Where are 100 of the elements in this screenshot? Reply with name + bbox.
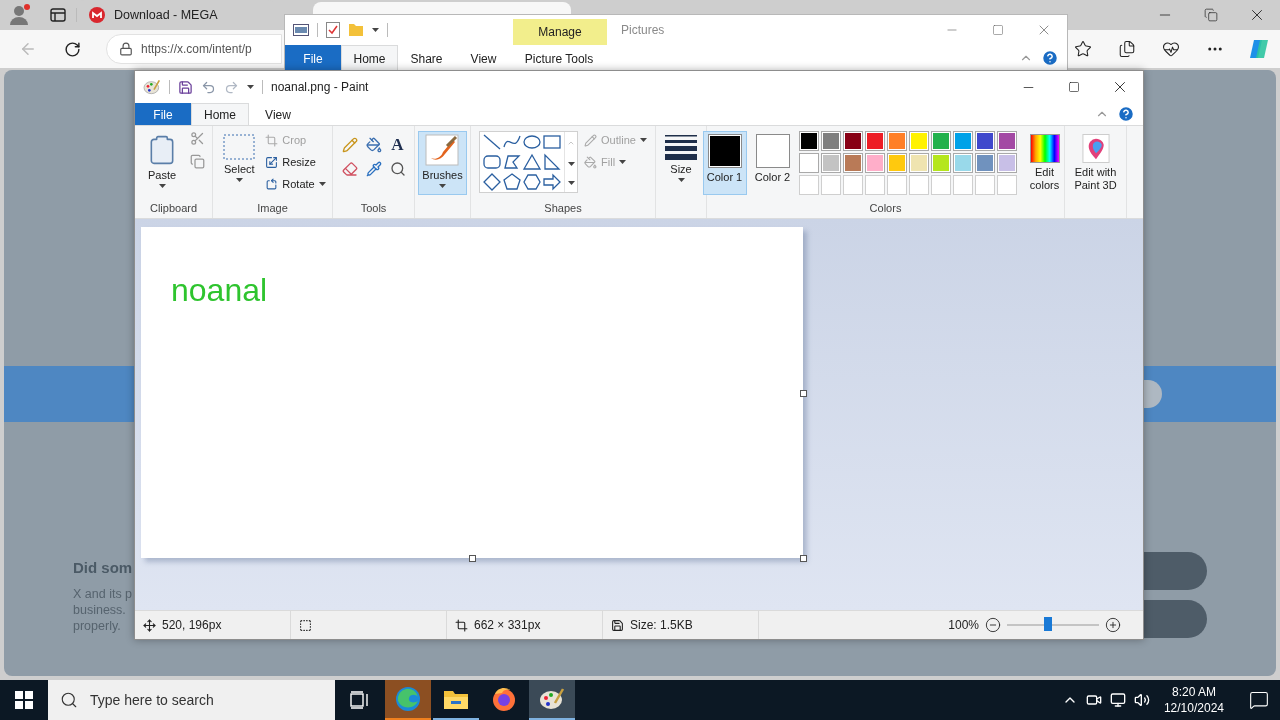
arrow-shape-icon[interactable] — [542, 172, 563, 192]
collections-icon[interactable] — [1118, 40, 1136, 58]
palette-color[interactable] — [996, 131, 1017, 151]
polygon-shape-icon[interactable] — [502, 152, 523, 172]
crop-icon — [265, 133, 279, 147]
zoom-slider-thumb[interactable] — [1044, 617, 1053, 631]
resize-handle[interactable] — [469, 555, 476, 562]
color-slot-button[interactable]: Color 2 — [750, 131, 795, 195]
maximize-icon[interactable] — [1068, 81, 1080, 93]
palette-color[interactable] — [798, 131, 819, 151]
caret-icon — [318, 182, 326, 186]
palette-color[interactable] — [952, 153, 973, 173]
address-bar[interactable]: https://x.com/intent/p — [106, 34, 282, 64]
profile-icon[interactable] — [8, 3, 32, 27]
palette-color[interactable] — [908, 153, 929, 173]
volume-icon[interactable] — [1133, 692, 1150, 708]
color-slot-button[interactable]: Color 1 — [702, 131, 747, 195]
palette-color[interactable] — [842, 131, 863, 151]
star-icon[interactable] — [1074, 40, 1092, 58]
page-button[interactable] — [1144, 600, 1207, 638]
palette-color[interactable] — [930, 153, 951, 173]
page-button[interactable] — [1144, 552, 1207, 590]
palette-color[interactable] — [864, 131, 885, 151]
brushes-button[interactable]: Brushes — [418, 131, 467, 195]
maximize-icon[interactable] — [992, 24, 1004, 36]
size-button[interactable]: Size — [661, 131, 701, 195]
image-tool-button[interactable]: Resize — [265, 153, 326, 171]
rectangle-shape-icon[interactable] — [542, 132, 563, 152]
checklist-icon[interactable] — [326, 22, 340, 38]
brush-icon — [425, 134, 460, 166]
paste-button[interactable]: Paste — [142, 131, 182, 195]
undo-icon[interactable] — [201, 79, 216, 95]
rounded-rectangle-shape-icon[interactable] — [482, 152, 503, 172]
resize-handle[interactable] — [800, 390, 807, 397]
window-title: noanal.png - Paint — [271, 80, 369, 94]
ribbon-tab[interactable]: Home — [341, 45, 398, 71]
ribbon-tab[interactable]: Share — [398, 45, 455, 71]
hexagon-shape-icon[interactable] — [522, 172, 543, 192]
select-button[interactable]: Select — [219, 131, 260, 195]
pentagon-shape-icon[interactable] — [502, 172, 523, 192]
start-icon[interactable] — [15, 691, 33, 709]
clock-time: 8:20 AM — [1171, 684, 1216, 700]
group-label: Image — [256, 202, 289, 216]
network-icon[interactable] — [1109, 692, 1126, 708]
ribbon-tab[interactable]: File — [135, 103, 191, 125]
image-tool-button[interactable]: Rotate — [265, 175, 326, 193]
spectrum-icon — [1029, 134, 1060, 163]
palette-color[interactable] — [798, 153, 819, 173]
copy-icon[interactable] — [190, 154, 205, 169]
palette-color[interactable] — [820, 153, 841, 173]
notifications-icon[interactable] — [1249, 690, 1269, 710]
text-tool-button[interactable]: A — [385, 133, 410, 157]
triangle-shape-icon[interactable] — [522, 152, 543, 172]
palette-color[interactable] — [974, 131, 995, 151]
resize-handle[interactable] — [800, 555, 807, 562]
firefox-icon — [491, 686, 517, 712]
line-shape-icon[interactable] — [482, 132, 503, 152]
right-triangle-shape-icon[interactable] — [542, 152, 563, 172]
properties-icon[interactable] — [293, 24, 309, 36]
oval-shape-icon[interactable] — [522, 132, 543, 152]
palette-color[interactable] — [864, 153, 885, 173]
heart-pulse-icon[interactable] — [1162, 40, 1180, 58]
restore-icon[interactable] — [1204, 8, 1218, 22]
zoom-out-icon[interactable] — [985, 617, 1001, 633]
zoom-level: 100% — [948, 618, 979, 632]
group-label: Tools — [359, 202, 388, 216]
ribbon-tab[interactable]: File — [285, 45, 341, 71]
palette-color[interactable] — [974, 153, 995, 173]
palette-color[interactable] — [952, 131, 973, 151]
palette-color[interactable] — [820, 131, 841, 151]
tab-actions-icon[interactable] — [50, 8, 66, 22]
palette-color[interactable] — [996, 153, 1017, 173]
meet-icon[interactable] — [1085, 692, 1102, 708]
taskbar-search-field[interactable]: Type here to search — [48, 680, 335, 720]
task-view-icon[interactable] — [350, 691, 370, 709]
droplet-icon — [1081, 134, 1110, 163]
ribbon-tab[interactable]: Picture Tools — [512, 45, 606, 71]
palette-color[interactable] — [886, 153, 907, 173]
cut-icon[interactable] — [190, 131, 205, 146]
save-icon[interactable] — [178, 79, 193, 95]
palette-icon — [143, 79, 161, 95]
window-title: Pictures — [621, 23, 665, 37]
palette-color[interactable] — [908, 131, 929, 151]
ribbon-tab[interactable]: View — [249, 103, 307, 125]
diamond-shape-icon[interactable] — [482, 172, 503, 192]
ribbon-tab[interactable]: Home — [191, 103, 249, 125]
ribbon-tab[interactable]: View — [455, 45, 512, 71]
help-icon[interactable] — [1041, 49, 1059, 67]
palette-color[interactable] — [842, 153, 863, 173]
line-width-icon — [665, 134, 697, 160]
zoom-in-icon[interactable] — [1105, 617, 1121, 633]
help-icon[interactable] — [1117, 105, 1135, 123]
caret-icon — [439, 184, 446, 188]
refresh-icon[interactable] — [63, 40, 81, 58]
palette-color[interactable] — [886, 131, 907, 151]
assistant-icon[interactable] — [1248, 38, 1270, 60]
url-text: https://x.com/intent/p — [141, 42, 252, 56]
palette-color[interactable] — [930, 131, 951, 151]
search-icon — [60, 691, 78, 709]
taskbar-app[interactable] — [529, 680, 575, 720]
